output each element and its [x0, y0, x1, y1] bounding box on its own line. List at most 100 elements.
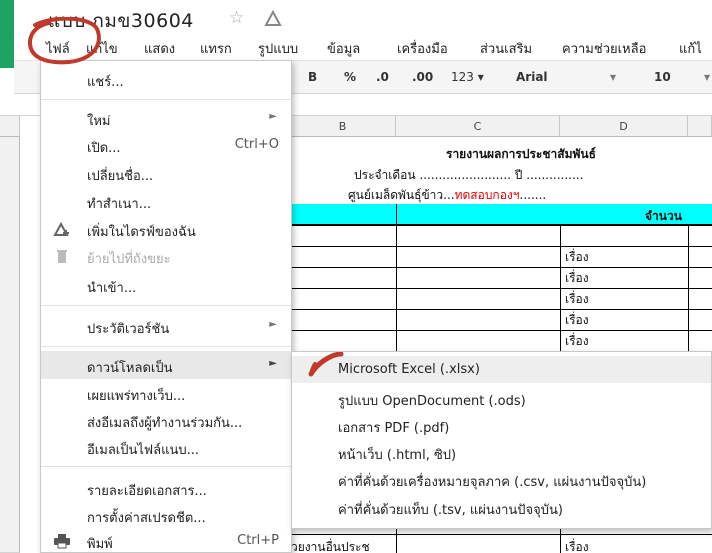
unit-cell: เรื่อง [565, 334, 589, 348]
menu-make-copy-label: ทำสำเนา... [87, 197, 152, 212]
font-size-dropdown-arrow[interactable]: ▾ [704, 70, 710, 84]
menu-add-to-drive[interactable]: เพิ่มในไดรฟ์ของฉัน [41, 216, 291, 242]
more-formats-button[interactable]: 123 ▾ [451, 70, 484, 84]
menu-print[interactable]: พิมพ์ Ctrl+P [41, 528, 291, 553]
menu-print-shortcut: Ctrl+P [237, 533, 279, 548]
corner-header[interactable] [0, 116, 20, 137]
report-center-line: ศูนย์เมล็ดพันธุ์ข้าว...ทดสอบกองฯ....... [348, 186, 546, 205]
trash-icon [57, 250, 67, 263]
download-xlsx[interactable]: Microsoft Excel (.xlsx) [292, 356, 711, 383]
grid-line [396, 204, 397, 351]
download-ods[interactable]: รูปแบบ OpenDocument (.ods) [292, 384, 711, 411]
download-tsv-label: ค่าที่คั่นด้วยแท็บ (.tsv, แผ่นงานปัจจุบั… [338, 503, 563, 518]
download-pdf-label: เอกสาร PDF (.pdf) [338, 421, 450, 436]
center-prefix: ศูนย์เมล็ดพันธุ์ข้าว... [348, 188, 455, 202]
grid-line [560, 225, 561, 351]
grid-line [290, 330, 712, 331]
move-to-folder-icon[interactable] [262, 9, 284, 27]
download-html-label: หน้าเว็บ (.html, ซิป) [338, 448, 457, 463]
menu-spreadsheet-settings[interactable]: การตั้งค่าสเปรดชีต... [41, 502, 291, 528]
annotation-circle-mark [28, 17, 101, 65]
download-xlsx-label: Microsoft Excel (.xlsx) [338, 362, 480, 377]
download-tsv[interactable]: ค่าที่คั่นด้วยแท็บ (.tsv, แผ่นงานปัจจุบั… [292, 493, 711, 520]
menu-version-history[interactable]: ประวัติเวอร์ชัน ► [41, 313, 291, 339]
submenu-arrow-icon: ► [269, 111, 277, 122]
download-csv[interactable]: ค่าที่คั่นด้วยเครื่องหมายจุลภาค (.csv, แ… [292, 465, 711, 492]
percent-button[interactable]: % [344, 70, 356, 84]
font-select[interactable]: Arial [516, 70, 548, 84]
column-header-b[interactable]: B [290, 116, 396, 137]
column-header-c[interactable]: C [396, 116, 560, 137]
increase-decimal-button[interactable]: .00 [412, 70, 433, 84]
download-html[interactable]: หน้าเว็บ (.html, ซิป) [292, 438, 711, 465]
annotation-check-mark [308, 352, 344, 377]
menu-data[interactable]: ข้อมูล [327, 38, 360, 59]
star-icon[interactable]: ☆ [229, 8, 244, 28]
menu-document-details[interactable]: รายละเอียดเอกสาร... [41, 475, 291, 501]
grid-line [396, 529, 397, 553]
menu-share[interactable]: แชร์... [41, 66, 291, 92]
title-bar: แบบ กมข30604 ☆ [0, 0, 712, 68]
menu-last-edit[interactable]: แก้ไ [679, 38, 702, 59]
menu-version-history-label: ประวัติเวอร์ชัน [87, 322, 170, 337]
menu-rename[interactable]: เปลี่ยนชื่อ... [41, 160, 291, 186]
bottom-cell-fragment: ่วยงานอื่นประช [291, 540, 370, 553]
menu-view[interactable]: แสดง [144, 38, 175, 59]
center-suffix: ....... [519, 188, 547, 202]
menu-import-label: นำเข้า... [87, 281, 137, 296]
menu-make-copy[interactable]: ทำสำเนา... [41, 188, 291, 214]
menu-new[interactable]: ใหม่ ► [41, 105, 291, 131]
menu-print-label: พิมพ์ [87, 537, 113, 552]
download-csv-label: ค่าที่คั่นด้วยเครื่องหมายจุลภาค (.csv, แ… [338, 475, 647, 490]
menu-add-to-drive-label: เพิ่มในไดรฟ์ของฉัน [87, 225, 196, 240]
menu-rename-label: เปลี่ยนชื่อ... [87, 169, 154, 184]
column-header-d[interactable]: D [560, 116, 688, 137]
menu-publish-web-label: เผยแพร่ทางเว็บ... [87, 389, 186, 404]
menu-email-collaborators-label: ส่งอีเมลถึงผู้ทำงานร่วมกัน... [87, 416, 243, 431]
row-headers[interactable] [0, 137, 20, 553]
decrease-decimal-button[interactable]: .0 [376, 70, 389, 84]
download-ods-label: รูปแบบ OpenDocument (.ods) [338, 394, 526, 409]
center-name-red: ทดสอบกองฯ [454, 188, 520, 202]
menu-email-attachment[interactable]: อีเมลเป็นไฟล์แนบ... [41, 434, 291, 460]
menu-email-attachment-label: อีเมลเป็นไฟล์แนบ... [87, 443, 199, 458]
submenu-arrow-icon: ► [269, 319, 277, 330]
grid-line [290, 225, 712, 226]
menu-new-label: ใหม่ [87, 114, 111, 129]
menu-help[interactable]: ความช่วยเหลือ [562, 38, 646, 59]
bold-button[interactable]: B [308, 70, 317, 84]
menu-open[interactable]: เปิด... Ctrl+O [41, 132, 291, 158]
add-to-drive-icon [53, 221, 69, 236]
menu-email-collaborators[interactable]: ส่งอีเมลถึงผู้ทำงานร่วมกัน... [41, 407, 291, 433]
unit-cell: เรื่อง [565, 540, 589, 553]
column-header-e[interactable] [688, 116, 712, 137]
menu-addons[interactable]: ส่วนเสริม [480, 38, 532, 59]
grid-line [560, 529, 561, 553]
unit-cell: เรื่อง [565, 271, 589, 285]
font-size-select[interactable]: 10 [654, 70, 671, 84]
menu-separator [41, 305, 291, 306]
download-as-submenu: Microsoft Excel (.xlsx) รูปแบบ OpenDocum… [291, 351, 712, 529]
grid-line [290, 267, 712, 268]
menu-spreadsheet-settings-label: การตั้งค่าสเปรดชีต... [87, 511, 206, 526]
menu-format[interactable]: รูปแบบ [258, 38, 298, 59]
file-menu-dropdown: แชร์... ใหม่ ► เปิด... Ctrl+O เปลี่ยนชื่… [40, 60, 292, 553]
menu-download-as[interactable]: ดาวน์โหลดเป็น ► [41, 351, 291, 379]
report-month-line: ประจำเดือน ........................ ปี .… [354, 168, 584, 182]
menu-separator [41, 346, 291, 347]
sheets-logo[interactable] [0, 0, 14, 68]
menu-insert[interactable]: แทรก [200, 38, 232, 59]
grid-line [290, 309, 712, 310]
menu-import[interactable]: นำเข้า... [41, 272, 291, 298]
menu-open-shortcut: Ctrl+O [234, 137, 279, 152]
grid-line [290, 246, 712, 247]
unit-cell: เรื่อง [565, 250, 589, 264]
menu-move-to-trash[interactable]: ย้ายไปที่ถังขยะ [41, 243, 291, 269]
unit-cell: เรื่อง [565, 292, 589, 306]
font-dropdown-arrow[interactable]: ▾ [610, 70, 616, 84]
menu-bar: ไฟล์ แก้ไข แสดง แทรก รูปแบบ ข้อมูล เครื่… [14, 32, 712, 60]
download-pdf[interactable]: เอกสาร PDF (.pdf) [292, 411, 711, 438]
menu-publish-web[interactable]: เผยแพร่ทางเว็บ... [41, 380, 291, 406]
menu-tools[interactable]: เครื่องมือ [397, 38, 448, 59]
menu-separator [41, 466, 291, 467]
